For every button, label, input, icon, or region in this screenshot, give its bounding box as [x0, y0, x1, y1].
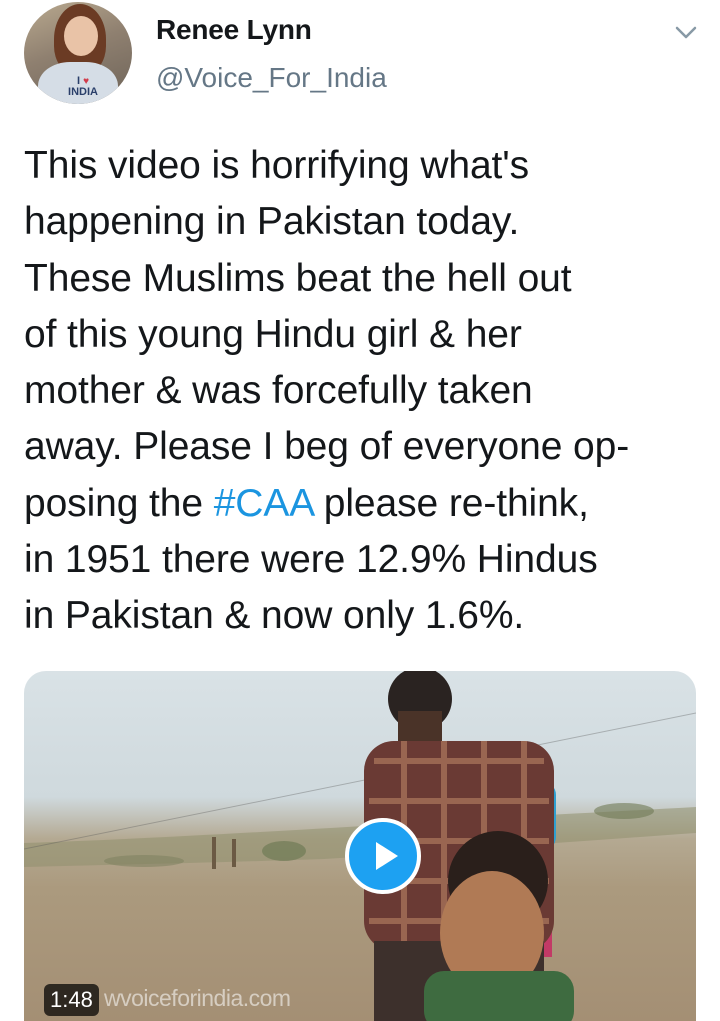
play-icon: [376, 842, 398, 870]
tweet-text-line: These Muslims beat the hell out: [24, 256, 572, 300]
author-display-name[interactable]: Renee Lynn: [156, 14, 312, 46]
avatar[interactable]: I ♥ INDIA: [24, 2, 132, 104]
tweet-text-line: mother & was forcefully taken: [24, 369, 533, 413]
video-duration-badge: 1:48: [44, 984, 99, 1016]
tweet-text-line: This video is horrifying what's: [24, 144, 530, 187]
tweet-text-line: of this young Hindu girl & her: [24, 312, 522, 356]
tweet-text-line: in Pakistan & now only 1.6%.: [24, 594, 525, 638]
video-player[interactable]: 1:48 wvoiceforindia.com: [24, 671, 696, 1021]
avatar-face: [64, 16, 98, 56]
video-watermark: wvoiceforindia.com: [104, 985, 291, 1011]
tweet-text: This video is horrifying what's happenin…: [24, 138, 700, 645]
chevron-down-icon[interactable]: [672, 18, 700, 46]
hashtag-link[interactable]: #CAA: [214, 482, 313, 525]
tweet-text-line: posing the #CAA please re-think,: [24, 481, 589, 525]
tweet-text-line: in 1951 there were 12.9% Hindus: [24, 538, 598, 582]
play-button[interactable]: [345, 818, 421, 894]
author-handle[interactable]: @Voice_For_India: [156, 62, 387, 94]
tweet-text-line: happening in Pakistan today.: [24, 200, 520, 244]
tweet-card: I ♥ INDIA Renee Lynn @Voice_For_India Thi…: [0, 0, 720, 1021]
avatar-shirt-text: I ♥ INDIA: [68, 75, 98, 98]
tweet-text-line: away. Please I beg of everyone op-: [24, 425, 630, 469]
